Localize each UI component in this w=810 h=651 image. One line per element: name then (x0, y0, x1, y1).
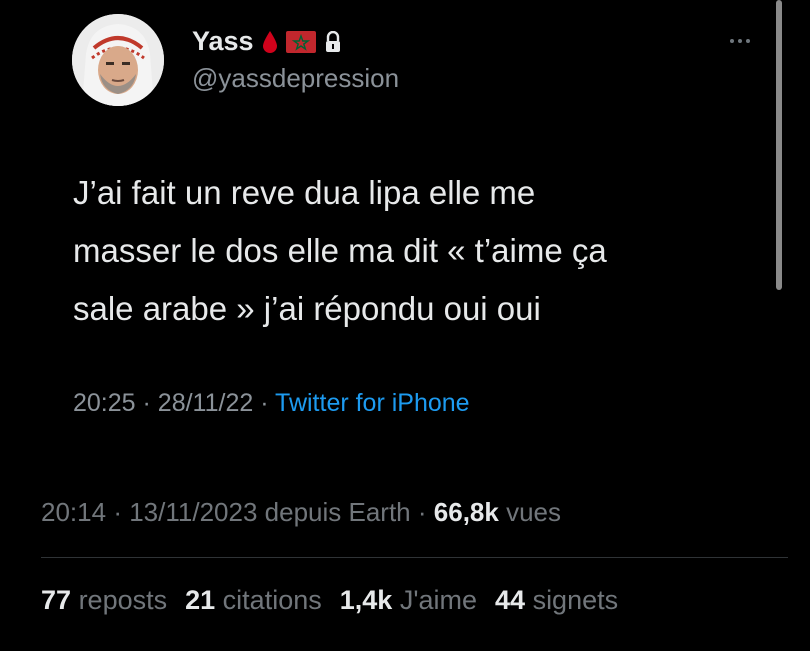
meta-separator: · (142, 389, 151, 417)
post-location: depuis Earth (264, 497, 411, 527)
display-name[interactable]: Yass (192, 26, 254, 57)
scrollbar[interactable] (776, 0, 782, 290)
post-date: 13/11/2023 (129, 497, 258, 527)
post-time: 20:14 (41, 497, 107, 527)
quotes-stat[interactable]: 21 citations (185, 585, 322, 616)
avatar-portrait-icon (72, 14, 164, 106)
lock-icon (324, 30, 342, 53)
divider (41, 557, 788, 558)
post-meta-row: 20:14 · 13/11/2023 depuis Earth · 66,8k … (41, 497, 561, 528)
user-handle[interactable]: @yassdepression (192, 63, 399, 94)
bookmarks-label: signets (532, 585, 619, 615)
likes-count: 1,4k (339, 585, 393, 615)
tweet-date: 28/11/22 (157, 389, 254, 417)
more-options-icon[interactable] (720, 30, 760, 52)
likes-stat[interactable]: 1,4k J'aime (340, 585, 477, 616)
reposts-count: 77 (41, 585, 72, 615)
tweet-timestamp-row: 20:25 · 28/11/22 · Twitter for iPhone (73, 389, 470, 418)
tweet-text-line: J’ai fait un reve dua lipa elle me (73, 174, 536, 211)
reposts-stat[interactable]: 77 reposts (41, 585, 167, 616)
embedded-tweet-header: Yass (192, 26, 342, 57)
avatar[interactable] (72, 14, 164, 106)
quotes-label: citations (222, 585, 322, 615)
tweet-time: 20:25 (73, 389, 136, 417)
reposts-label: reposts (78, 585, 168, 615)
bookmarks-stat[interactable]: 44 signets (495, 585, 618, 616)
blood-drop-icon (262, 30, 278, 54)
likes-label: J'aime (399, 585, 477, 615)
embedded-tweet-screenshot: Yass @yassdepression J’ai fait un reve d… (40, 0, 770, 440)
tweet-text: J’ai fait un reve dua lipa elle me masse… (73, 164, 763, 338)
tweet-text-line: masser le dos elle ma dit « t’aime ça (73, 232, 607, 269)
morocco-flag-icon (285, 30, 316, 53)
meta-separator: · (260, 389, 269, 417)
tweet-source-link[interactable]: Twitter for iPhone (275, 389, 470, 417)
meta-separator: · (113, 497, 122, 527)
tweet-text-line: sale arabe » j’ai répondu oui oui (73, 290, 541, 327)
views-label: vues (506, 497, 562, 527)
meta-separator: · (417, 497, 427, 527)
engagement-stats: 77 reposts 21 citations 1,4k J'aime 44 s… (41, 585, 618, 616)
quotes-count: 21 (185, 585, 216, 615)
bookmarks-count: 44 (495, 585, 526, 615)
views-count: 66,8k (433, 497, 499, 527)
